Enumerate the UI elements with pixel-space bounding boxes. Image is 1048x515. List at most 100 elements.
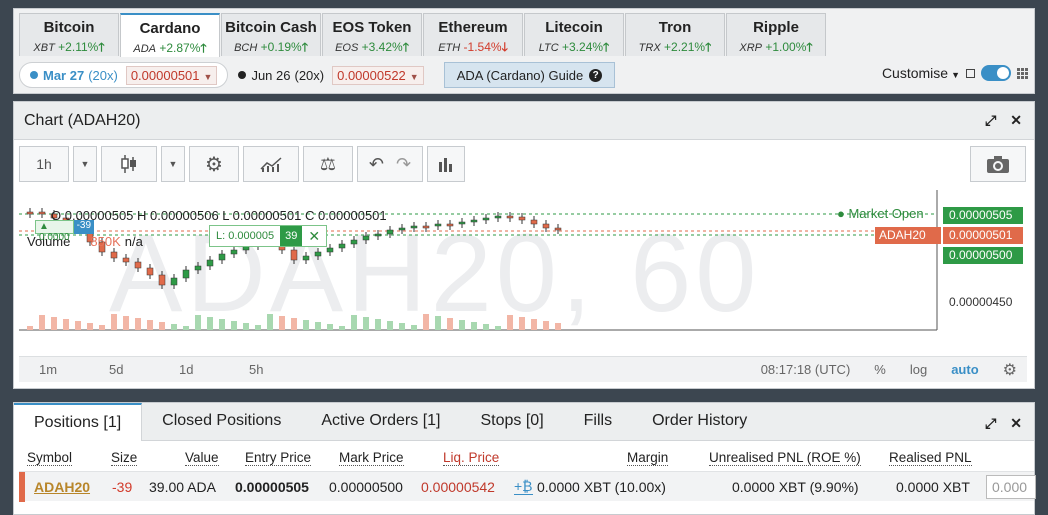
volume-bar: [483, 324, 489, 330]
col-unrealised-pnl[interactable]: Unrealised PNL (ROE %): [709, 450, 861, 466]
col-size[interactable]: Size: [111, 450, 138, 466]
compare-button[interactable]: ⚖: [303, 146, 353, 182]
tab-cardano[interactable]: Cardano ADA +2.87%🡑: [120, 13, 220, 57]
percent-toggle[interactable]: %: [874, 362, 886, 377]
screenshot-button[interactable]: [970, 146, 1026, 182]
col-margin[interactable]: Margin: [627, 450, 669, 466]
position-marker[interactable]: ▲ 0.0000 -39: [35, 220, 95, 243]
contract-date: Jun 26: [251, 67, 291, 83]
position-margin: 0.0000 XBT (10.00x): [537, 478, 666, 495]
layout-toggle[interactable]: [981, 65, 1011, 81]
volume-bar: [291, 318, 297, 330]
ticker-change: LTC +3.24%🡑: [538, 40, 610, 54]
interval-button[interactable]: 1h: [19, 146, 69, 182]
positions-panel: Positions [1] Closed Positions Active Or…: [13, 402, 1036, 515]
view-controls: Customise ▼: [882, 65, 1028, 81]
col-mark-price[interactable]: Mark Price: [339, 450, 404, 466]
volume-bar: [99, 325, 105, 330]
expand-icon[interactable]: ⤢: [985, 415, 996, 432]
close-price-input[interactable]: 0.000: [986, 475, 1036, 499]
contract-leverage: (20x): [88, 67, 118, 83]
volume-bar: [219, 319, 225, 330]
gear-icon[interactable]: ⚙: [1003, 360, 1017, 380]
chart-title: Chart (ADAH20): [24, 111, 141, 129]
customise-dropdown[interactable]: Customise ▼: [882, 65, 960, 81]
candle: [158, 274, 166, 286]
positions-tabs: Positions [1] Closed Positions Active Or…: [14, 403, 1034, 441]
volume-bar: [27, 326, 33, 330]
chart-type-dropdown[interactable]: ▼: [161, 146, 185, 182]
indicators-button[interactable]: [243, 146, 299, 182]
layout-single-icon[interactable]: [966, 68, 975, 78]
contract-price[interactable]: 0.00000522 ▼: [332, 65, 424, 85]
expand-icon[interactable]: ⤢: [985, 112, 996, 129]
tab-closed-positions[interactable]: Closed Positions: [142, 403, 301, 440]
candle: [410, 225, 418, 229]
range-5d[interactable]: 5d: [109, 362, 159, 377]
add-margin-button[interactable]: +₿: [514, 478, 533, 495]
caret-down-icon: ▼: [409, 71, 419, 82]
col-entry-price[interactable]: Entry Price: [245, 450, 312, 466]
close-icon[interactable]: ✕: [1010, 415, 1022, 432]
contract-price[interactable]: 0.00000501 ▼: [125, 65, 218, 85]
volume-bar: [399, 323, 405, 330]
tab-positions[interactable]: Positions [1]: [14, 403, 143, 441]
top-bar: Bitcoin XBT +2.11%🡑 Cardano ADA +2.87%🡑 Bitc…: [13, 8, 1035, 94]
volume-bar: [339, 326, 345, 330]
undo-icon[interactable]: ↶: [369, 154, 384, 175]
position-symbol-link[interactable]: ADAH20: [34, 479, 90, 495]
tab-fills[interactable]: Fills: [564, 403, 632, 440]
price-chart[interactable]: ADAH20, 60 O 0.00000505 H 0.00000506 L 0…: [19, 190, 1027, 350]
volume-bar: [327, 324, 333, 330]
ticker-change: BCH +0.19%🡑: [234, 40, 308, 54]
candle: [350, 239, 358, 245]
candle: [398, 227, 406, 231]
close-icon[interactable]: ✕: [1010, 112, 1022, 129]
candle: [434, 223, 442, 227]
tab-stops[interactable]: Stops [0]: [460, 403, 563, 440]
candle: [146, 267, 154, 276]
order-line-label[interactable]: L: 0.000005 39 ✕: [209, 225, 328, 247]
range-1d[interactable]: 1d: [179, 362, 229, 377]
volume-bar: [375, 319, 381, 330]
auto-scale-toggle[interactable]: auto: [951, 362, 978, 377]
layout-grid-icon[interactable]: [1017, 67, 1028, 79]
volume-bar: [555, 323, 561, 330]
tab-active-orders[interactable]: Active Orders [1]: [301, 403, 460, 440]
tab-order-history[interactable]: Order History: [632, 403, 767, 440]
col-value[interactable]: Value: [185, 450, 219, 466]
range-5h[interactable]: 5h: [249, 362, 299, 377]
volume-bar: [135, 318, 141, 330]
range-1m[interactable]: 1m: [39, 362, 89, 377]
caret-down-icon: ▼: [80, 159, 90, 169]
redo-icon[interactable]: ↷: [396, 154, 411, 175]
candlestick-button[interactable]: [101, 146, 157, 182]
interval-dropdown[interactable]: ▼: [73, 146, 97, 182]
tab-ethereum[interactable]: Ethereum ETH -1.54%🡓: [423, 13, 523, 56]
volume-bars-button[interactable]: [427, 146, 465, 182]
volume-bar: [459, 320, 465, 330]
tab-bitcoin-cash[interactable]: Bitcoin Cash BCH +0.19%🡑: [221, 13, 321, 56]
settings-button[interactable]: ⚙: [189, 146, 239, 182]
candle: [506, 215, 514, 219]
tab-litecoin[interactable]: Litecoin LTC +3.24%🡑: [524, 13, 624, 56]
candle: [374, 233, 382, 237]
contract-mar27[interactable]: Mar 27 (20x) 0.00000501 ▼: [19, 62, 229, 88]
col-symbol[interactable]: Symbol: [27, 450, 73, 466]
log-toggle[interactable]: log: [910, 362, 927, 377]
volume-bar: [543, 321, 549, 330]
col-realised-pnl[interactable]: Realised PNL: [889, 450, 972, 466]
tab-eos-token[interactable]: EOS Token EOS +3.42%🡑: [322, 13, 422, 56]
tab-tron[interactable]: Tron TRX +2.21%🡑: [625, 13, 725, 56]
guide-button[interactable]: ADA (Cardano) Guide ?: [443, 62, 616, 88]
tab-ripple[interactable]: Ripple XRP +1.00%🡑: [726, 13, 826, 56]
cancel-order-icon[interactable]: ✕: [302, 228, 326, 245]
volume-bar: [423, 314, 429, 330]
candle: [230, 249, 238, 255]
col-liq-price[interactable]: Liq. Price: [443, 450, 500, 466]
tab-bitcoin[interactable]: Bitcoin XBT +2.11%🡑: [19, 13, 119, 56]
ticker-name: Ethereum: [438, 19, 508, 36]
candle: [554, 227, 562, 231]
contract-date: Mar 27: [43, 67, 85, 83]
contract-jun26[interactable]: Jun 26 (20x) 0.00000522 ▼: [234, 62, 427, 88]
